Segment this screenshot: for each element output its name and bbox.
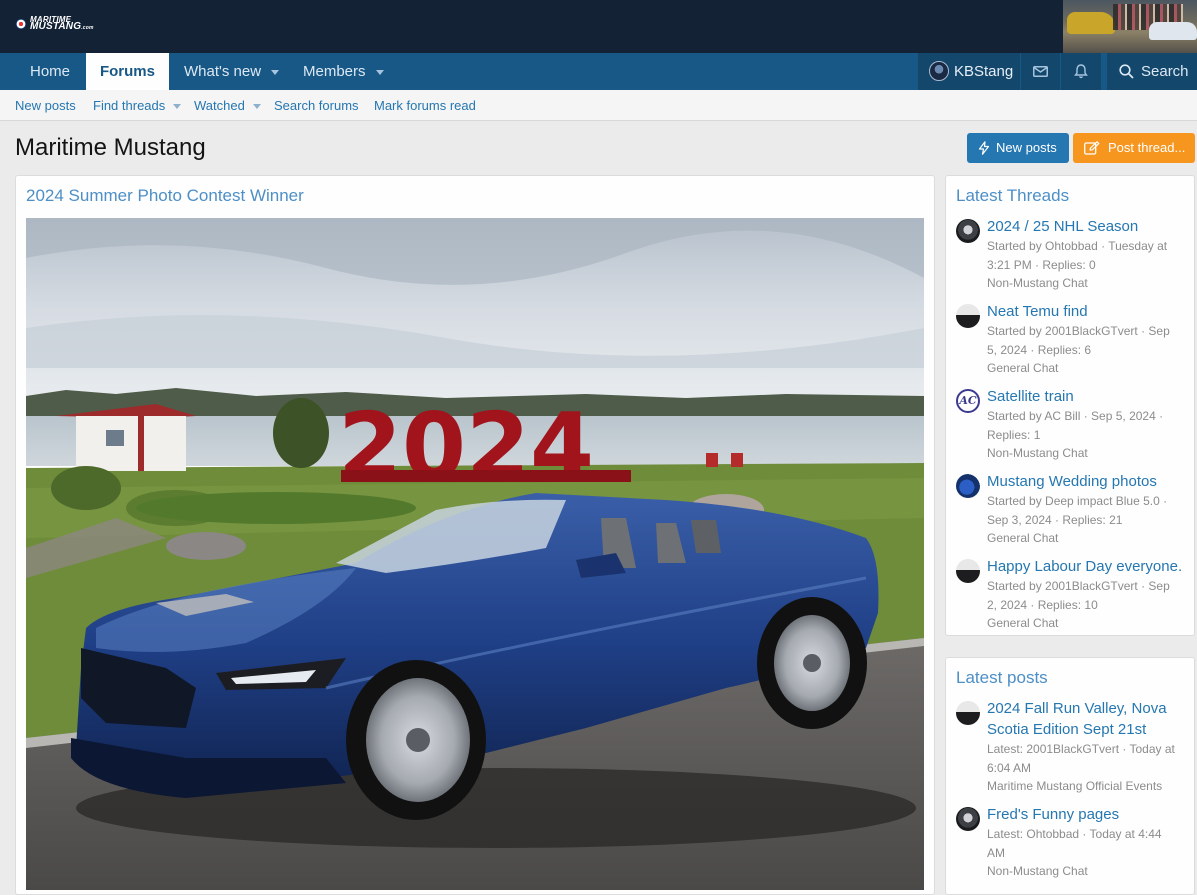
post-title-link[interactable]: 2024 Fall Run Valley, Nova xyxy=(987,698,1192,719)
latest-posts-block: Latest posts 2024 Fall Run Valley, Nova … xyxy=(945,657,1195,895)
user-avatar[interactable] xyxy=(956,559,980,583)
mustang-convertible-image: 2024 xyxy=(26,218,924,890)
edit-icon xyxy=(1084,141,1100,155)
thread-meta: Started by Deep impact Blue 5.0 · xyxy=(987,494,1168,508)
user-avatar[interactable] xyxy=(956,219,980,243)
nav-tab-forums[interactable]: Forums xyxy=(86,53,169,90)
chevron-down-icon[interactable] xyxy=(173,104,182,110)
post-forum-link[interactable]: Maritime Mustang Official Events xyxy=(987,777,1192,795)
thread-meta: 3:21 PM · Replies: 0 xyxy=(987,257,1096,272)
thread-title-link[interactable]: Happy Labour Day everyone. xyxy=(987,556,1192,577)
user-avatar[interactable]: AC xyxy=(956,389,980,413)
latest-threads-title[interactable]: Latest Threads xyxy=(956,186,1069,206)
post-forum-link[interactable]: Non-Mustang Chat xyxy=(987,862,1192,880)
search-button[interactable]: Search xyxy=(1107,53,1197,90)
thread-meta: Started by 2001BlackGTvert · Sep xyxy=(987,324,1170,338)
thread-meta: Started by 2001BlackGTvert · Sep xyxy=(987,579,1170,593)
post-title-link[interactable]: Scotia Edition Sept 21st xyxy=(987,719,1192,740)
new-posts-button[interactable]: New posts xyxy=(967,133,1069,163)
account-menu[interactable]: KBStang xyxy=(918,53,1020,90)
alerts-button[interactable] xyxy=(1061,53,1101,90)
nav-tab-members[interactable]: Members xyxy=(303,53,384,90)
site-logo[interactable]: MARITIME MUSTANG.com xyxy=(16,15,94,33)
subnav-find-threads[interactable]: Find threads xyxy=(93,90,182,121)
post-thread-button[interactable]: Post thread... xyxy=(1073,133,1195,163)
post-meta: Latest: Ohtobbad · Today at 4:44 xyxy=(987,827,1162,841)
conversations-button[interactable] xyxy=(1021,53,1060,90)
chevron-down-icon[interactable] xyxy=(271,69,280,75)
post-title-link[interactable]: Fred's Funny pages xyxy=(987,804,1192,825)
subnav-search-forums[interactable]: Search forums xyxy=(274,90,359,121)
thread-title-link[interactable]: Neat Temu find xyxy=(987,301,1192,322)
thread-meta: Sep 3, 2024 · Replies: 21 xyxy=(987,512,1123,527)
thread-title-link[interactable]: Satellite train xyxy=(987,386,1192,407)
photo-2024-sign: 2024 xyxy=(338,393,594,500)
user-avatar[interactable] xyxy=(956,474,980,498)
thread-meta: Started by AC Bill · Sep 5, 2024 · xyxy=(987,409,1164,423)
user-avatar[interactable] xyxy=(956,701,980,725)
thread-meta: Started by Ohtobbad · Tuesday at xyxy=(987,239,1168,253)
photo-contest-title[interactable]: 2024 Summer Photo Contest Winner xyxy=(26,186,304,206)
logo-text: MARITIME MUSTANG.com xyxy=(30,16,94,32)
chevron-down-icon[interactable] xyxy=(375,69,384,75)
logo-main-text: MUSTANG.com xyxy=(30,21,94,32)
post-meta: AM xyxy=(987,845,1005,860)
subnav-watched[interactable]: Watched xyxy=(194,90,261,121)
user-avatar[interactable] xyxy=(956,807,980,831)
bell-icon xyxy=(1074,64,1088,79)
contest-winner-photo[interactable]: 2024 xyxy=(26,218,924,890)
thread-forum-link[interactable]: General Chat xyxy=(987,614,1192,632)
nav-tab-whats-new[interactable]: What's new xyxy=(184,53,280,90)
subnav-mark-forums-read[interactable]: Mark forums read xyxy=(374,90,476,121)
thread-forum-link[interactable]: General Chat xyxy=(987,529,1192,547)
user-avatar xyxy=(929,61,949,81)
thread-meta: Replies: 1 xyxy=(987,427,1041,442)
thread-forum-link[interactable]: Non-Mustang Chat xyxy=(987,444,1192,462)
chevron-down-icon[interactable] xyxy=(252,104,261,110)
post-meta: 6:04 AM xyxy=(987,760,1032,775)
thread-forum-link[interactable]: General Chat xyxy=(987,359,1192,377)
lightning-icon xyxy=(978,141,990,155)
subnav-new-posts[interactable]: New posts xyxy=(15,90,76,121)
nav-tab-home[interactable]: Home xyxy=(30,53,70,90)
thread-title-link[interactable]: Mustang Wedding photos xyxy=(987,471,1192,492)
latest-threads-block: Latest Threads 2024 / 25 NHL Season Star… xyxy=(945,175,1195,636)
thread-title-link[interactable]: 2024 / 25 NHL Season xyxy=(987,216,1192,237)
sub-nav: New posts Find threads Watched Search fo… xyxy=(0,90,1197,121)
envelope-icon xyxy=(1033,66,1048,77)
latest-posts-title[interactable]: Latest posts xyxy=(956,668,1048,688)
thread-meta: 2, 2024 · Replies: 10 xyxy=(987,597,1098,612)
header-banner-image xyxy=(1063,0,1197,53)
site-header: MARITIME MUSTANG.com xyxy=(0,0,1197,53)
thread-meta: 5, 2024 · Replies: 6 xyxy=(987,342,1092,357)
post-meta: Latest: 2001BlackGTvert · Today at xyxy=(987,742,1175,756)
logo-star-icon xyxy=(16,19,26,29)
page-title: Maritime Mustang xyxy=(15,134,206,161)
main-nav: Home Forums What's new Members KBStang S… xyxy=(0,53,1197,90)
search-icon xyxy=(1119,64,1134,79)
search-label: Search xyxy=(1141,63,1189,80)
thread-forum-link[interactable]: Non-Mustang Chat xyxy=(987,274,1192,292)
user-avatar[interactable] xyxy=(956,304,980,328)
photo-contest-block: 2024 Summer Photo Contest Winner 2024 xyxy=(15,175,935,895)
username-label: KBStang xyxy=(954,63,1014,80)
